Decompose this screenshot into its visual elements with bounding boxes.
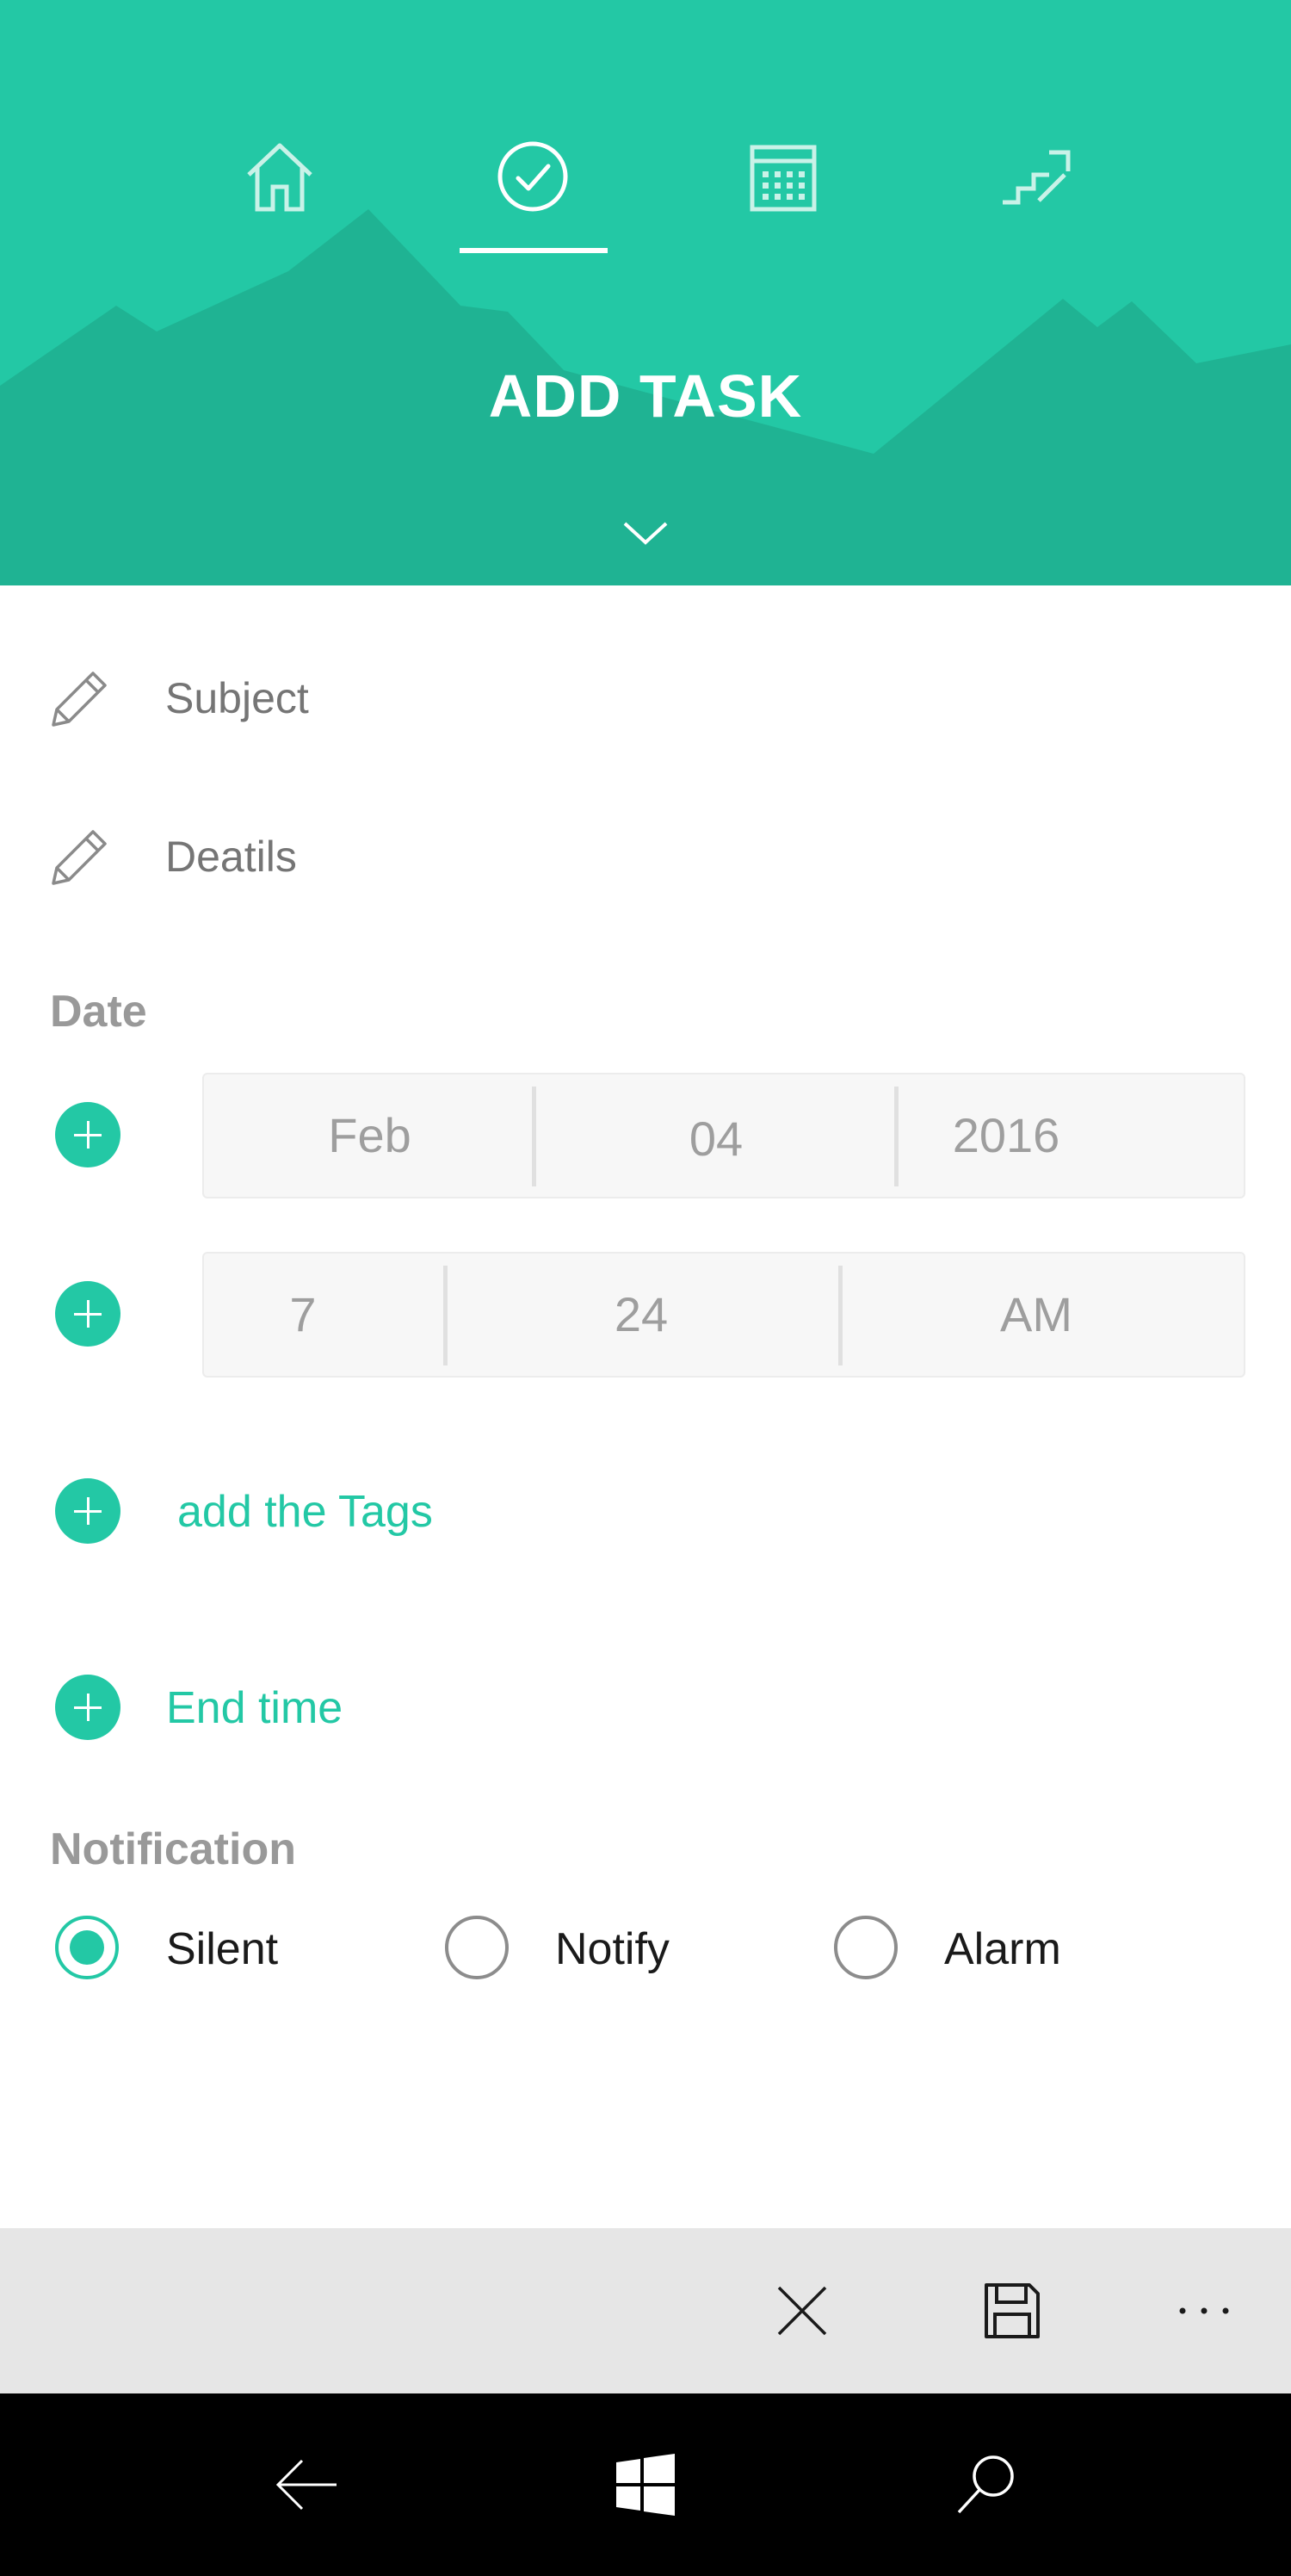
date-year: 2016 [952, 1108, 1060, 1162]
time-minute: 24 [614, 1287, 669, 1341]
active-tab-indicator [460, 248, 608, 253]
start-button[interactable] [594, 2433, 697, 2536]
date-picker[interactable]: Feb 04 2016 [202, 1073, 1245, 1198]
date-month: Feb [328, 1108, 411, 1162]
search-icon [957, 2455, 1014, 2514]
tab-home[interactable] [232, 129, 327, 224]
pencil-icon [52, 672, 107, 727]
date-section-label: Date [50, 987, 147, 1037]
time-period: AM [1000, 1287, 1072, 1341]
check-circle-icon [497, 141, 568, 212]
command-bar [0, 2228, 1291, 2393]
header: ADD TASK [0, 0, 1291, 585]
add-time-button[interactable] [55, 1281, 120, 1347]
search-button[interactable] [935, 2433, 1038, 2536]
more-button[interactable] [1157, 2263, 1251, 2358]
system-navigation-bar [0, 2393, 1291, 2576]
page-title: ADD TASK [488, 362, 803, 430]
radio-alarm[interactable] [834, 1916, 898, 1979]
add-end-time-button[interactable] [55, 1675, 120, 1740]
time-picker[interactable]: 7 24 AM [202, 1252, 1245, 1378]
pencil-icon [52, 830, 107, 885]
home-icon [247, 143, 312, 212]
cancel-button[interactable] [755, 2263, 849, 2358]
tab-stats[interactable] [988, 129, 1083, 224]
back-button[interactable] [256, 2433, 359, 2536]
radio-notify[interactable] [445, 1916, 509, 1979]
radio-silent-label: Silent [166, 1924, 279, 1974]
calendar-icon [750, 145, 817, 212]
radio-silent[interactable] [55, 1916, 119, 1979]
windows-start-icon [616, 2454, 675, 2516]
time-hour: 7 [289, 1287, 317, 1341]
mountain-background [0, 209, 1291, 585]
back-arrow-icon [275, 2459, 337, 2511]
save-button[interactable] [965, 2263, 1059, 2358]
radio-notify-label: Notify [555, 1924, 670, 1974]
tab-tasks[interactable] [485, 129, 580, 224]
add-tags-link[interactable]: add the Tags [177, 1486, 433, 1538]
chevron-down-icon[interactable] [620, 515, 671, 549]
close-icon [777, 2286, 827, 2336]
save-icon [985, 2283, 1040, 2338]
notification-section-label: Notification [50, 1824, 296, 1874]
tab-calendar[interactable] [736, 129, 831, 224]
stairs-icon [1003, 150, 1071, 205]
radio-alarm-label: Alarm [944, 1924, 1061, 1974]
date-day: 04 [689, 1112, 744, 1166]
subject-field[interactable] [165, 673, 1198, 723]
more-icon [1179, 2307, 1229, 2314]
end-time-link[interactable]: End time [166, 1682, 343, 1734]
details-field[interactable] [165, 832, 1198, 882]
add-tags-button[interactable] [55, 1478, 120, 1544]
add-date-button[interactable] [55, 1102, 120, 1167]
